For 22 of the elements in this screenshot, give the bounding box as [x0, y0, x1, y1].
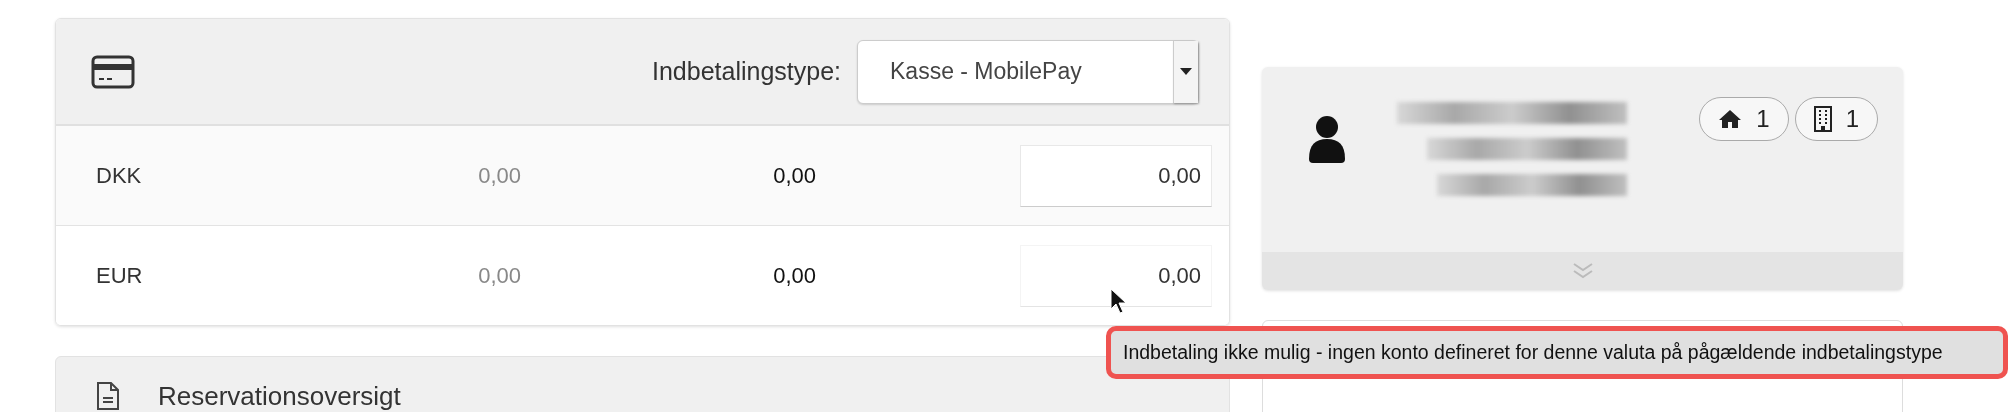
payment-type-label: Indbetalingstype: — [651, 57, 841, 86]
expand-bar[interactable] — [1262, 252, 1903, 290]
credit-card-icon — [91, 54, 135, 89]
tooltip: Indbetaling ikke mulig - ingen konto defineret for denne valuta på pågældende indbetalingstype — [1106, 326, 2008, 379]
currency-label: DKK — [96, 162, 143, 189]
amount-cell-text: 0,00 — [772, 262, 816, 289]
reservation-title: Reservationsoversigt — [158, 381, 401, 412]
amount-cell-text: 0,00 — [477, 162, 521, 189]
amount-cell-text: 0,00 — [772, 162, 816, 189]
payment-type-select[interactable]: Kasse - MobilePay — [857, 39, 1199, 104]
currency-label: EUR — [96, 262, 144, 289]
person-icon — [1307, 115, 1347, 165]
amount-input[interactable]: 0,00 — [1020, 144, 1212, 207]
count-badge: 1 — [1699, 97, 1789, 141]
double-chevron-down-icon — [1571, 262, 1594, 280]
amount-cell-text: 0,00 — [477, 262, 521, 289]
house-icon — [1718, 109, 1743, 129]
caret-icon — [1180, 67, 1192, 76]
document-icon — [96, 381, 120, 411]
building-icon — [1813, 106, 1832, 132]
count-badge: 1 — [1794, 97, 1878, 141]
mouse-cursor-icon — [1110, 288, 1128, 314]
